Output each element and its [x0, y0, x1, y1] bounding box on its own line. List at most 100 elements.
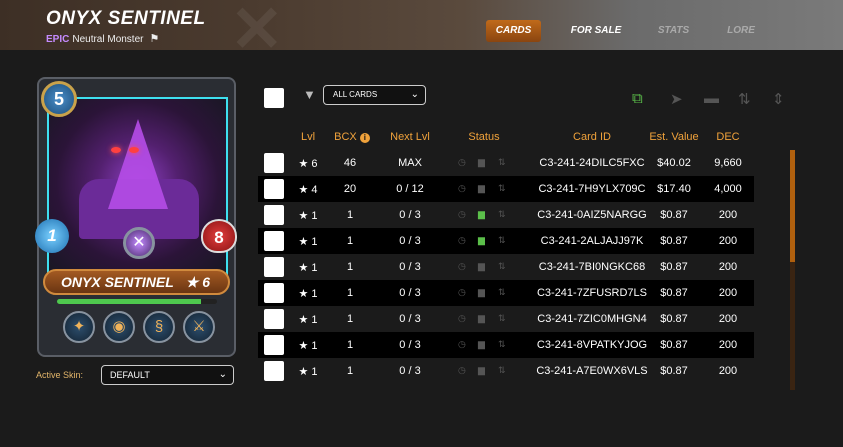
cell-card-id[interactable]: C3-241-2ALJAJJ97K	[528, 235, 656, 247]
cell-card-id[interactable]: C3-241-7BI0NGKC68	[528, 261, 656, 273]
table-header: Lvl BCX i Next Lvl Status Card ID Est. V…	[258, 131, 754, 145]
table-row[interactable]: ★ 1 1 0 / 3 ◷ ▆ ⇅ C3-241-8VPATKYJOG $0.87 200	[258, 332, 754, 358]
send-icon[interactable]: ➤	[670, 90, 683, 108]
cell-lvl: ★ 1	[298, 210, 318, 222]
cell-card-id[interactable]: C3-241-7ZFUSRD7LS	[528, 287, 656, 299]
clock-icon: ◷	[458, 209, 466, 219]
cell-card-id[interactable]: C3-241-8VPATKYJOG	[528, 339, 656, 351]
xp-bar	[57, 299, 217, 304]
cell-bcx: 1	[346, 235, 354, 247]
sword-ability-icon: ⚔	[183, 311, 215, 343]
rental-icon: ▆	[478, 183, 485, 193]
cell-bcx: 1	[346, 313, 354, 325]
cell-card-id[interactable]: C3-241-A7E0WX6VLS	[528, 365, 656, 377]
abilities-row: ✦ ◉ § ⚔	[57, 309, 217, 345]
active-skin-select[interactable]: DEFAULT ⌄	[101, 365, 234, 385]
row-checkbox[interactable]	[264, 309, 284, 329]
cell-bcx: 1	[346, 339, 354, 351]
row-checkbox[interactable]	[264, 335, 284, 355]
magic-ability-icon: ◉	[103, 311, 135, 343]
row-checkbox[interactable]	[264, 205, 284, 225]
col-lvl: Lvl	[300, 131, 316, 143]
cell-lvl: ★ 1	[298, 340, 318, 352]
combine-icon[interactable]: ⧉	[632, 90, 643, 107]
col-est-value: Est. Value	[649, 131, 699, 143]
row-checkbox[interactable]	[264, 153, 284, 173]
tab-for-sale[interactable]: FOR SALE	[561, 20, 631, 42]
cell-bcx: 1	[346, 287, 354, 299]
row-checkbox[interactable]	[264, 257, 284, 277]
rental-icon: ▆	[478, 261, 485, 271]
row-checkbox[interactable]	[264, 361, 284, 381]
cell-next-lvl: 0 / 12	[396, 183, 424, 195]
table-row[interactable]: ★ 1 1 0 / 3 ◷ ▆ ⇅ C3-241-0AIZ5NARGG $0.87 200	[258, 202, 754, 228]
row-checkbox[interactable]	[264, 231, 284, 251]
table-row[interactable]: ★ 1 1 0 / 3 ◷ ▆ ⇅ C3-241-2ALJAJJ97K $0.87 200	[258, 228, 754, 254]
clock-icon: ◷	[458, 235, 466, 245]
cell-est-value: $0.87	[660, 339, 688, 351]
cell-bcx: 1	[346, 261, 354, 273]
select-all-checkbox[interactable]	[264, 88, 284, 108]
scrollbar-thumb[interactable]	[790, 150, 795, 262]
cell-est-value: $0.87	[660, 313, 688, 325]
card-name-bar: ONYX SENTINEL ★ 6	[43, 269, 230, 295]
dragon-ability-icon: §	[143, 311, 175, 343]
cell-est-value: $0.87	[660, 209, 688, 221]
tab-stats[interactable]: STATS	[646, 20, 701, 42]
cell-bcx: 46	[343, 157, 357, 169]
xp-bar-fill	[57, 299, 201, 304]
col-status: Status	[468, 131, 500, 143]
col-dec: DEC	[716, 131, 740, 143]
card-name: ONYX SENTINEL	[61, 274, 174, 290]
cell-est-value: $0.87	[660, 365, 688, 377]
clock-icon: ◷	[458, 339, 466, 349]
splinter-watermark-icon: ✕	[230, 0, 284, 65]
sell-icon[interactable]: ▬	[704, 90, 719, 107]
col-card-id: Card ID	[573, 131, 611, 143]
edition-icon: ⚑	[149, 33, 160, 45]
transfer-icon: ⇅	[498, 157, 506, 167]
cell-card-id[interactable]: C3-241-0AIZ5NARGG	[528, 209, 656, 221]
table-row[interactable]: ★ 6 46 MAX ◷ ▆ ⇅ C3-241-24DILC5FXC $40.02 9,660	[258, 150, 754, 176]
transfer-icon[interactable]: ⇅	[738, 90, 751, 108]
transfer-icon: ⇅	[498, 209, 506, 219]
chevron-down-icon: ⌄	[410, 89, 419, 100]
cell-bcx: 1	[346, 365, 354, 377]
cell-lvl: ★ 1	[298, 288, 318, 300]
transfer-icon: ⇅	[498, 313, 506, 323]
col-bcx: BCX i	[332, 131, 372, 143]
cell-dec: 200	[718, 235, 738, 247]
cell-card-id[interactable]: C3-241-7ZIC0MHGN4	[528, 313, 656, 325]
rental-icon: ▆	[478, 287, 485, 297]
cell-est-value: $0.87	[660, 261, 688, 273]
info-icon[interactable]: i	[359, 133, 370, 143]
cell-next-lvl: 0 / 3	[399, 235, 421, 247]
table-row[interactable]: ★ 4 20 0 / 12 ◷ ▆ ⇅ C3-241-7H9YLX709C $17.40 4,0…	[258, 176, 754, 202]
clock-icon: ◷	[458, 261, 466, 271]
row-checkbox[interactable]	[264, 179, 284, 199]
table-row[interactable]: ★ 1 1 0 / 3 ◷ ▆ ⇅ C3-241-7BI0NGKC68 $0.87 200	[258, 254, 754, 280]
burn-icon[interactable]: ⇕	[772, 90, 785, 108]
cell-est-value: $0.87	[660, 235, 688, 247]
cell-card-id[interactable]: C3-241-24DILC5FXC	[528, 157, 656, 169]
card-filter-select[interactable]: ALL CARDS ⌄	[323, 85, 426, 105]
cell-bcx: 1	[346, 209, 354, 221]
table-row[interactable]: ★ 1 1 0 / 3 ◷ ▆ ⇅ C3-241-7ZFUSRD7LS $0.87 200	[258, 280, 754, 306]
cell-next-lvl: 0 / 3	[399, 287, 421, 299]
speed-stat-badge: 1	[35, 219, 69, 253]
cell-dec: 200	[718, 261, 738, 273]
cell-next-lvl: MAX	[398, 157, 422, 169]
clock-icon: ◷	[458, 313, 466, 323]
card-type-label: Neutral Monster	[72, 34, 144, 45]
chevron-down-icon: ⌄	[218, 369, 227, 380]
clock-icon: ◷	[458, 183, 466, 193]
cell-next-lvl: 0 / 3	[399, 209, 421, 221]
transfer-icon: ⇅	[498, 339, 506, 349]
tab-lore[interactable]: LORE	[716, 20, 766, 42]
table-row[interactable]: ★ 1 1 0 / 3 ◷ ▆ ⇅ C3-241-7ZIC0MHGN4 $0.87 200	[258, 306, 754, 332]
col-bcx-label: BCX	[334, 131, 357, 143]
tab-cards[interactable]: CARDS	[486, 20, 541, 42]
cell-card-id[interactable]: C3-241-7H9YLX709C	[528, 183, 656, 195]
table-row[interactable]: ★ 1 1 0 / 3 ◷ ▆ ⇅ C3-241-A7E0WX6VLS $0.87 200	[258, 358, 754, 384]
row-checkbox[interactable]	[264, 283, 284, 303]
